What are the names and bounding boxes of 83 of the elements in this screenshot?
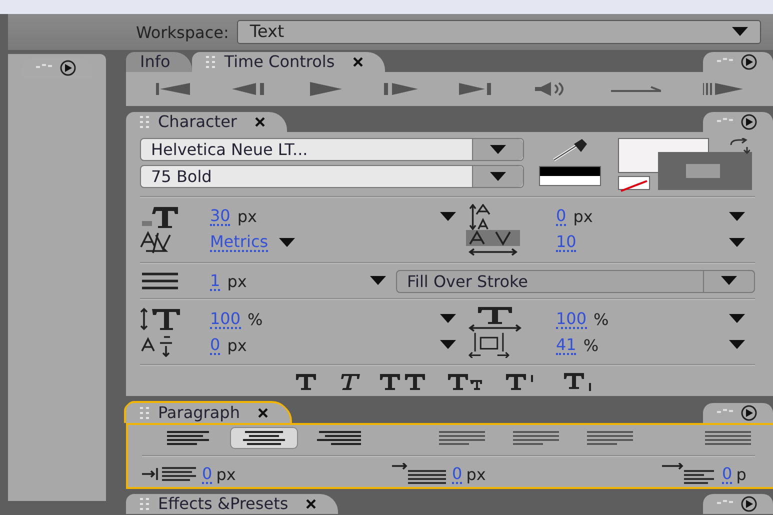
font-style-dropdown[interactable]: 75 Bold <box>140 165 524 188</box>
unit-label: px <box>227 336 247 355</box>
caret-icon <box>721 276 737 286</box>
caret-icon[interactable] <box>370 276 386 286</box>
panel-tab[interactable]: Time Controls <box>192 52 385 72</box>
default-colors-swatch[interactable] <box>538 166 601 186</box>
panel-tab[interactable]: Paragraph <box>126 403 290 423</box>
panel-menu-icon[interactable] <box>703 52 773 72</box>
stroke-style-dropdown[interactable]: Fill Over Stroke <box>396 270 755 292</box>
caret-icon[interactable] <box>729 238 745 248</box>
unit-label: px <box>237 207 257 226</box>
unit-label: px <box>227 272 247 290</box>
value-field[interactable]: 100 <box>210 310 241 329</box>
workspace-dropdown[interactable]: Text <box>236 20 761 44</box>
tsume-icon <box>466 332 512 358</box>
indent-left-icon <box>142 466 198 482</box>
unit-label: px <box>466 464 486 484</box>
caret-icon[interactable] <box>440 340 456 350</box>
value-field[interactable]: 0 <box>452 464 462 484</box>
value-field[interactable]: 1 <box>210 272 220 290</box>
caret-icon[interactable] <box>729 314 745 324</box>
all-caps-button[interactable] <box>378 372 428 392</box>
panel-tab[interactable]: Character <box>126 112 287 132</box>
alignment-button[interactable] <box>230 427 298 449</box>
unit-label: % <box>594 310 609 329</box>
caret-icon[interactable] <box>729 212 745 222</box>
caret-icon <box>490 172 506 182</box>
value-field[interactable]: 0 <box>556 207 566 226</box>
align-lines-icon <box>513 430 559 446</box>
caret-icon[interactable] <box>440 314 456 324</box>
align-lines-icon <box>241 430 287 446</box>
value-field[interactable]: 10 <box>556 233 576 252</box>
close-icon[interactable] <box>255 117 265 127</box>
caret-icon <box>490 144 506 154</box>
close-icon[interactable] <box>258 408 268 418</box>
caret-icon[interactable] <box>279 238 296 248</box>
grip-icon[interactable] <box>206 55 216 69</box>
unit-label: p <box>736 464 746 484</box>
stroke-color-swatch[interactable] <box>658 152 752 190</box>
horizontal-scale-icon <box>466 306 524 332</box>
play-icon[interactable] <box>308 82 342 96</box>
stroke-width-icon <box>140 272 180 290</box>
align-lines-icon <box>587 430 633 446</box>
unit-label: px <box>216 464 236 484</box>
caret-icon <box>732 27 748 37</box>
panel-menu-icon[interactable] <box>703 494 773 514</box>
align-lines-icon <box>315 430 361 446</box>
value-field[interactable]: 30 <box>210 207 230 226</box>
next-frame-icon[interactable] <box>384 82 418 96</box>
panel-menu-icon[interactable] <box>703 403 773 423</box>
caret-icon[interactable] <box>440 212 456 222</box>
grip-icon[interactable] <box>140 406 150 420</box>
unit-label: px <box>573 207 593 226</box>
value-field[interactable]: 100 <box>556 310 587 329</box>
swap-arrows-icon[interactable] <box>728 138 750 154</box>
close-icon[interactable] <box>306 499 316 509</box>
font-family-dropdown[interactable]: Helvetica Neue LT... <box>140 138 524 161</box>
faux-bold-button[interactable] <box>294 372 318 392</box>
previous-frame-icon[interactable] <box>232 82 266 96</box>
panel-menu-icon[interactable] <box>703 112 773 132</box>
caret-icon[interactable] <box>729 340 745 350</box>
close-icon[interactable] <box>352 57 363 67</box>
workspace-label: Workspace: <box>136 22 229 42</box>
value-field[interactable]: 0 <box>722 464 732 484</box>
ram-preview-icon[interactable] <box>702 82 743 96</box>
panel-tab[interactable]: Effects &Presets <box>126 494 338 514</box>
fill-color-swatch[interactable] <box>618 138 709 173</box>
no-color-swatch[interactable] <box>618 176 650 190</box>
align-lines-icon <box>439 430 485 446</box>
value-field[interactable]: 0 <box>210 336 220 355</box>
grip-icon[interactable] <box>140 115 150 129</box>
first-line-indent-icon <box>392 463 448 485</box>
unit-label: % <box>248 310 263 329</box>
value-field[interactable]: Metrics <box>210 233 268 252</box>
align-lines-icon <box>705 430 751 446</box>
value-field[interactable]: 41 <box>556 336 576 355</box>
first-frame-icon[interactable] <box>156 82 190 96</box>
tracking-icon <box>466 230 520 256</box>
value-field[interactable]: 0 <box>202 464 212 484</box>
grip-icon[interactable] <box>140 497 150 511</box>
panel-tab[interactable]: Info <box>126 52 192 72</box>
last-frame-icon[interactable] <box>459 82 494 96</box>
unit-label: % <box>583 336 599 355</box>
